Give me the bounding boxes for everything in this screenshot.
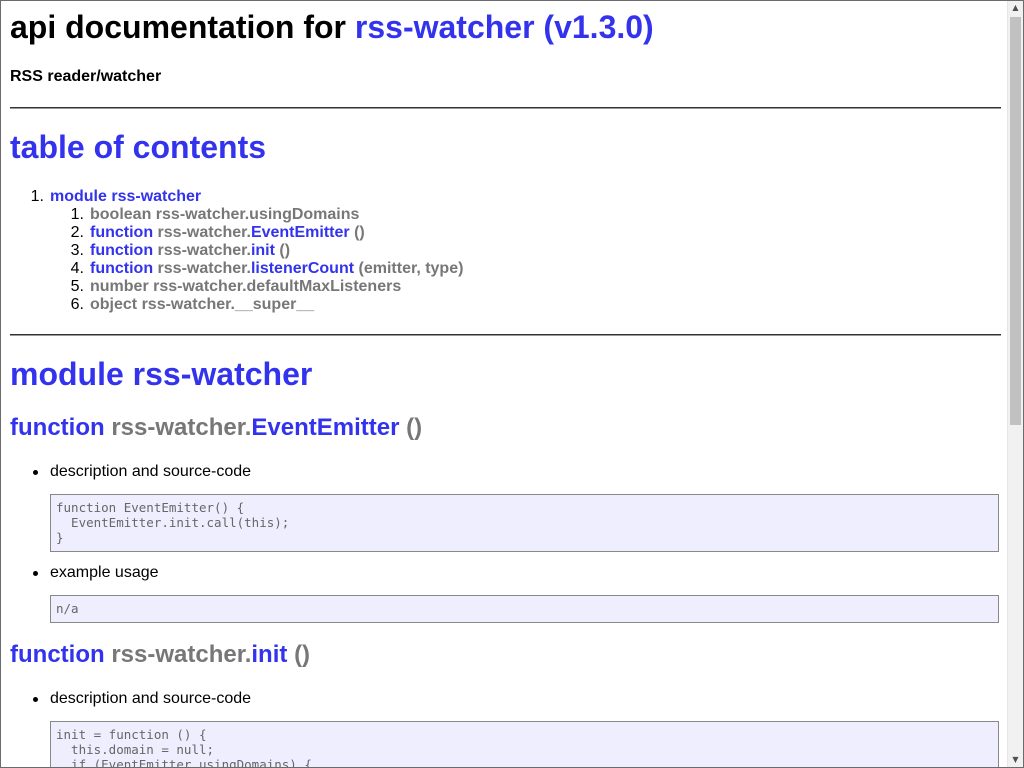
toc-subitem-number: 2. (70, 224, 84, 241)
example-code-block: n/a (50, 595, 999, 623)
source-code-block: init = function () { this.domain = null;… (50, 721, 999, 767)
function-keyword-link[interactable]: function (10, 414, 105, 441)
toc-subitem-path: rss-watcher.__super__ (141, 296, 315, 313)
function-args: () (406, 414, 423, 441)
package-version: (v1.3.0) (543, 9, 654, 45)
toc-subitem-path: rss-watcher. (157, 224, 251, 241)
toc-subitem-path: rss-watcher. (157, 242, 251, 259)
toc-subitem-label: object rss-watcher.__super__ (90, 296, 314, 314)
function-path: rss-watcher. (111, 414, 252, 441)
toc-link-listenercount[interactable]: listenerCount (251, 260, 354, 277)
function-heading-eventemitter: function rss-watcher.EventEmitter () (10, 414, 422, 442)
title-prefix: api documentation for (10, 9, 346, 45)
function-path: rss-watcher. (111, 641, 252, 668)
description-label: description and source-code (32, 463, 252, 480)
triangle-down-icon[interactable]: ▼ (1008, 753, 1023, 767)
toc-subitem-number: 4. (70, 260, 84, 277)
source-code-block: function EventEmitter() { EventEmitter.i… (50, 494, 999, 552)
toc-subitem-label: number rss-watcher.defaultMaxListeners (90, 278, 401, 296)
toc-subitem-number: 5. (70, 278, 84, 295)
toc-link-eventemitter[interactable]: EventEmitter (251, 224, 350, 241)
toc-subitem-args: () (279, 242, 291, 259)
divider (10, 334, 1001, 336)
toc-subitem-path: rss-watcher.usingDomains (155, 206, 360, 223)
toc-subitem-number: 6. (70, 296, 84, 313)
toc-subitem-label: function rss-watcher.init () (90, 242, 290, 260)
package-name: rss-watcher (354, 9, 535, 45)
toc-link-module[interactable]: module rss-watcher (50, 188, 201, 206)
function-name-link[interactable]: init (251, 641, 287, 668)
toc-subitem-keyword-link[interactable]: function (90, 260, 153, 277)
toc-subitem-path: rss-watcher.defaultMaxListeners (153, 278, 402, 295)
module-heading: module rss-watcher (10, 356, 313, 392)
function-name-link[interactable]: EventEmitter (251, 414, 399, 441)
toc-item-number: 1. (30, 188, 44, 205)
triangle-up-icon[interactable]: ▲ (1008, 1, 1023, 15)
toc-subitem-label: boolean rss-watcher.usingDomains (90, 206, 359, 224)
package-link[interactable]: rss-watcher (v1.3.0) (355, 9, 654, 45)
toc-subitem-label: function rss-watcher.listenerCount (emit… (90, 260, 463, 278)
toc-subitem-number: 3. (70, 242, 84, 259)
toc-subitem-args: (emitter, type) (358, 260, 464, 277)
package-description: RSS reader/watcher (10, 68, 162, 85)
function-keyword-link[interactable]: function (10, 641, 105, 668)
toc-subitem-keyword-link[interactable]: function (90, 224, 153, 241)
description-label: description and source-code (32, 690, 252, 707)
toc-subitem-path: rss-watcher. (157, 260, 251, 277)
toc-heading: table of contents (10, 129, 267, 165)
scrollbar-thumb[interactable] (1010, 17, 1021, 425)
function-args: () (294, 641, 311, 668)
vertical-scrollbar[interactable]: ▲ ▼ (1007, 1, 1023, 767)
page-title: api documentation for rss-watcher (v1.3.… (10, 9, 654, 46)
toc-subitem-keyword-link[interactable]: function (90, 242, 153, 259)
divider (10, 107, 1001, 109)
toc-link-init[interactable]: init (251, 242, 275, 259)
toc-subitem-kind: object (90, 296, 138, 313)
toc-subitem-kind: number (90, 278, 149, 295)
browser-viewport: api documentation for rss-watcher (v1.3.… (0, 0, 1024, 768)
example-label: example usage (33, 564, 159, 581)
toc-subitem-kind: boolean (90, 206, 152, 223)
toc-subitem-args: () (354, 224, 365, 241)
function-heading-init: function rss-watcher.init () (10, 641, 310, 669)
toc-subitem-label: function rss-watcher.EventEmitter () (90, 224, 365, 242)
toc-subitem-number: 1. (70, 206, 84, 223)
